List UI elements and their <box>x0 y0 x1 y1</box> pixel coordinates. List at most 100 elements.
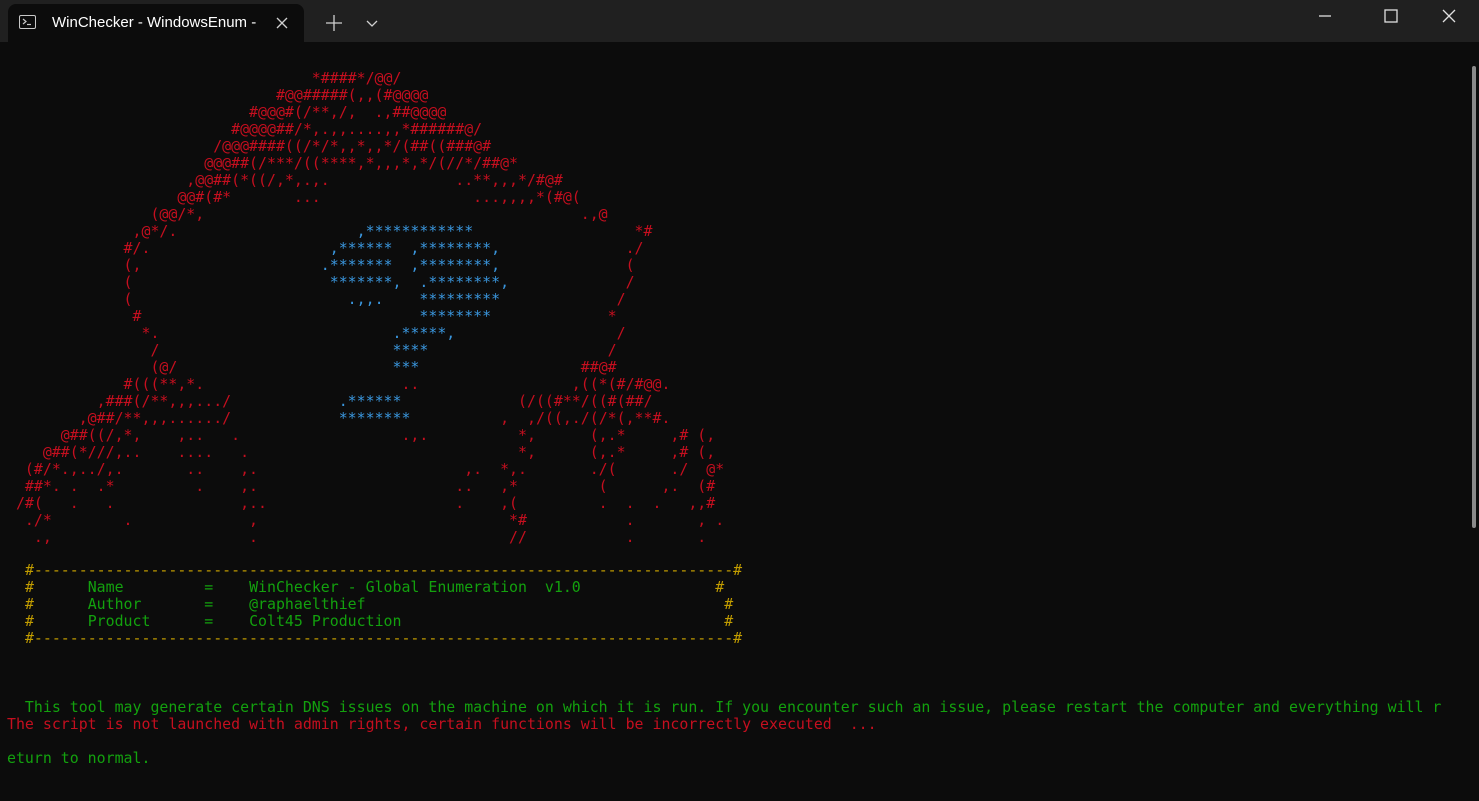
art-segment: #@@#####(,,(#@@@@ <box>7 86 429 104</box>
notice-line: This tool may generate certain DNS issue… <box>7 698 1442 716</box>
banner-line: # Name = WinChecker - Global Enumeration… <box>7 579 742 596</box>
art-line: # ******** * <box>7 308 724 325</box>
art-segment: # <box>7 307 232 325</box>
art-segment: ., . // . . <box>7 528 707 546</box>
art-segment: ( <box>7 290 223 308</box>
art-segment: #@@@#(/**,/, .,##@@@@ <box>7 103 447 121</box>
maximize-icon[interactable] <box>1368 0 1414 36</box>
art-segment: @@#(#* ... ...,,,,*(#@( <box>7 188 581 206</box>
ascii-art: *####*/@@/ #@@#####(,,(#@@@@ #@@@#(/**,/… <box>7 70 724 546</box>
art-segment: .****** <box>275 392 402 410</box>
art-line: #@@#####(,,(#@@@@ <box>7 87 724 104</box>
art-line: (@/ *** ##@# <box>7 359 724 376</box>
info-banner: #---------------------------------------… <box>7 562 742 647</box>
art-line: *. .*****, / <box>7 325 724 342</box>
art-line: @##((/,*, ,.. . .,. *, (,.* ,# (, <box>7 427 724 444</box>
new-tab-icon[interactable] <box>322 11 346 35</box>
banner-segment: # <box>24 595 34 613</box>
art-segment: .*****, <box>222 324 456 342</box>
art-segment: / <box>428 341 617 359</box>
art-segment: ##*. . .* . ,. .. ,* ( ,. (# <box>7 477 716 495</box>
art-line: /#( . . ,.. . ,( . . . ,,# <box>7 495 724 512</box>
banner-segment: Product = Colt45 Production <box>33 612 725 630</box>
banner-segment: Name = WinChecker - Global Enumeration v… <box>33 578 716 596</box>
art-line: ., . // . . <box>7 529 724 546</box>
art-segment: ,****** ,********, <box>231 239 501 257</box>
banner-line: # Product = Colt45 Production # <box>7 613 742 630</box>
art-segment: **** <box>222 341 429 359</box>
minimize-icon[interactable] <box>1302 0 1348 36</box>
art-segment: / <box>509 273 635 291</box>
art-segment: ./* . , *# . , . <box>7 511 725 529</box>
art-line: #@@@#(/**,/, .,##@@@@ <box>7 104 724 121</box>
art-segment: ##@# <box>419 358 617 376</box>
art-line: ,@@##(*((/,*,.,. ..**,,,*/#@# <box>7 172 724 189</box>
art-segment: *** <box>222 358 420 376</box>
art-line: /@@@####((/*/*,,*,,*/(##((###@# <box>7 138 724 155</box>
art-segment: (@/ <box>7 358 223 376</box>
banner-segment: # <box>724 595 734 613</box>
banner-segment: Author = @raphaelthief <box>33 595 725 613</box>
art-segment: *******, .********, <box>222 273 510 291</box>
art-segment: ,@@##(*((/,*,.,. ..**,,,*/#@# <box>7 171 563 189</box>
banner-segment: #---------------------------------------… <box>24 561 743 579</box>
art-line: @@@##(/***/((****,*,,,*,*/(//*/##@* <box>7 155 724 172</box>
art-line: ( *******, .********, / <box>7 274 724 291</box>
art-segment: ******** <box>231 307 492 325</box>
art-segment: /#( . . ,.. . ,( . . . ,,# <box>7 494 716 512</box>
art-segment: (, <box>7 256 223 274</box>
art-segment: #/. <box>7 239 232 257</box>
title-bar: WinChecker - WindowsEnum - <box>0 0 1479 42</box>
art-line: / **** / <box>7 342 724 359</box>
art-segment: #(((**,*. .. ,((*(#/#@@. <box>7 375 671 393</box>
art-segment: @##((/,*, ,.. . .,. *, (,.* ,# (, <box>7 426 716 444</box>
banner-line: # Author = @raphaelthief # <box>7 596 742 613</box>
art-line: ,###(/**,,,.../ .****** (/((#**/((#(##/ <box>7 393 724 410</box>
art-line: ,@*/. ,************ *# <box>7 223 724 240</box>
scrollbar[interactable] <box>1472 66 1476 528</box>
art-line: (@@/*, .,@ <box>7 206 724 223</box>
art-segment: / <box>500 290 626 308</box>
art-segment: ,@*/. <box>7 222 241 240</box>
terminal-icon <box>19 15 36 29</box>
art-segment: ,************ <box>240 222 474 240</box>
art-line: *####*/@@/ <box>7 70 724 87</box>
art-segment: .,,. ********* <box>222 290 501 308</box>
art-segment: , ,/((,./(/*(,**#. <box>410 409 671 427</box>
banner-line: #---------------------------------------… <box>7 562 742 579</box>
close-icon[interactable] <box>1424 0 1476 36</box>
art-line: (, .******* ,********, ( <box>7 257 724 274</box>
art-segment: (@@/*, .,@ <box>7 205 608 223</box>
terminal-output[interactable]: *####*/@@/ #@@#####(,,(#@@@@ #@@@#(/**,/… <box>0 42 1479 767</box>
tab-title: WinChecker - WindowsEnum - <box>52 14 257 31</box>
art-segment: *####*/@@/ <box>7 69 402 87</box>
art-line: ,@##/**,,,....../ ******** , ,/((,./(/*(… <box>7 410 724 427</box>
art-line: ( .,,. ********* / <box>7 291 724 308</box>
art-segment: *. <box>7 324 223 342</box>
dns-notice: This tool may generate certain DNS issue… <box>7 665 1441 801</box>
chevron-down-icon[interactable] <box>362 11 382 35</box>
art-segment: / <box>455 324 626 342</box>
art-segment: ( <box>500 256 635 274</box>
tab-close-icon[interactable] <box>274 15 290 31</box>
art-segment: @@@##(/***/((****,*,,,*,*/(//*/##@* <box>7 154 519 172</box>
art-segment: /@@@####((/*/*,,*,,*/(##((###@# <box>7 137 492 155</box>
art-segment: ( <box>7 273 223 291</box>
art-segment: @##(*///,.. .... . *, (,.* ,# (, <box>7 443 716 461</box>
art-segment: #@@@@##/*,.,,....,,*######@/ <box>7 120 483 138</box>
art-segment: ,@##/**,,,....../ <box>7 409 276 427</box>
banner-segment: # <box>715 578 725 596</box>
art-line: #/. ,****** ,********, ./ <box>7 240 724 257</box>
art-line: #@@@@##/*,.,,....,,*######@/ <box>7 121 724 138</box>
admin-warning: The script is not launched with admin ri… <box>7 715 877 733</box>
art-line: #(((**,*. .. ,((*(#/#@@. <box>7 376 724 393</box>
art-segment: .******* ,********, <box>222 256 501 274</box>
terminal-tab[interactable]: WinChecker - WindowsEnum - <box>8 4 304 42</box>
art-segment: (/((#**/((#(##/ <box>401 392 653 410</box>
banner-segment: #---------------------------------------… <box>24 629 743 647</box>
banner-line: #---------------------------------------… <box>7 630 742 647</box>
art-line: ##*. . .* . ,. .. ,* ( ,. (# <box>7 478 724 495</box>
banner-segment: # <box>24 578 34 596</box>
art-line: (#/*.,../,. .. ,. ,. *,. ./( ./ @* <box>7 461 724 478</box>
art-segment: ******** <box>275 409 411 427</box>
